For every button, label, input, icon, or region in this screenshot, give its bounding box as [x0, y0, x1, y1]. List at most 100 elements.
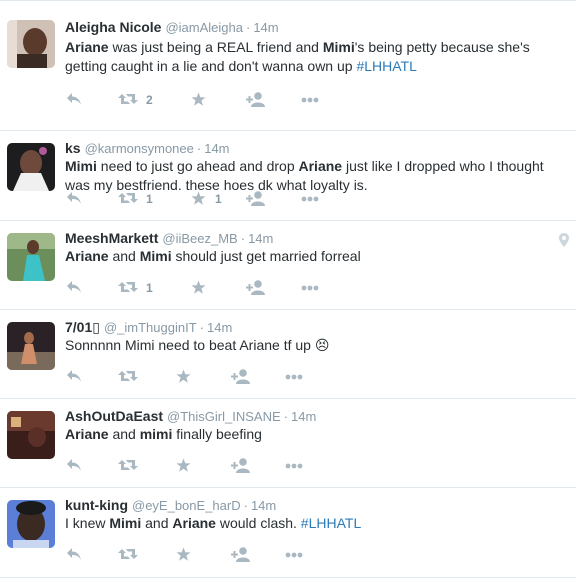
- more-button[interactable]: [285, 463, 303, 479]
- like-button[interactable]: [191, 92, 206, 108]
- user-name[interactable]: MeeshMarkett: [65, 230, 158, 246]
- retweet-icon: [118, 191, 138, 205]
- tweet[interactable]: ks @karmonsymonee · 14m Mimi need to just go…: [0, 131, 576, 221]
- more-dots-icon: [285, 374, 303, 380]
- user-name[interactable]: Aleigha Nicole: [65, 19, 161, 35]
- highlighted-term: mimi: [139, 426, 173, 442]
- user-name[interactable]: 7/01▯: [65, 319, 100, 335]
- tweet-header: kunt-king @eyE_bonE_harD · 14m: [65, 496, 276, 515]
- tweet-text: Ariane was just being a REAL friend and …: [65, 38, 560, 76]
- tweet[interactable]: 7/01▯ @_imThugginIT · 14m Sonnnnn Mimi need …: [0, 310, 576, 399]
- like-button[interactable]: [176, 369, 191, 385]
- star-icon: [191, 191, 206, 206]
- tweet[interactable]: MeeshMarkett @iiBeez_MB · 14m Ariane and Mim…: [0, 221, 576, 310]
- tweet-timestamp[interactable]: 14m: [291, 409, 316, 424]
- reply-icon: [66, 458, 82, 472]
- like-button[interactable]: [191, 280, 206, 296]
- follow-button[interactable]: [246, 92, 266, 108]
- retweet-button[interactable]: 1: [118, 280, 153, 296]
- more-button[interactable]: [301, 196, 319, 212]
- separator-dot: ·: [196, 141, 202, 156]
- add-user-icon: [246, 280, 266, 295]
- retweet-button[interactable]: [118, 458, 138, 474]
- tweet-text-segment: was just being a REAL friend and: [108, 39, 323, 55]
- tweet[interactable]: Aleigha Nicole @iamAleigha · 14m Ariane was …: [0, 8, 576, 131]
- reply-button[interactable]: [66, 280, 82, 296]
- tweet-text-segment: finally beefing: [172, 426, 262, 442]
- tweet-text-segment: Sonnnnn Mimi need to beat Ariane tf up 😣: [65, 337, 330, 353]
- avatar[interactable]: [7, 411, 55, 459]
- tweet-text-segment: would clash.: [215, 515, 301, 531]
- more-button[interactable]: [285, 552, 303, 568]
- hashtag-link[interactable]: #LHHATL: [356, 58, 416, 74]
- like-button[interactable]: 1: [191, 191, 222, 207]
- highlighted-term: Mimi: [322, 39, 355, 55]
- highlighted-term: Mimi: [65, 158, 97, 174]
- location-pin-icon[interactable]: [559, 233, 569, 252]
- add-user-icon: [231, 547, 251, 562]
- avatar[interactable]: [7, 20, 55, 68]
- user-name[interactable]: AshOutDaEast: [65, 408, 163, 424]
- timeline-top-border: [0, 0, 576, 1]
- follow-button[interactable]: [246, 191, 266, 207]
- like-button[interactable]: [176, 458, 191, 474]
- tweet-text: Mimi need to just go ahead and drop Aria…: [65, 157, 560, 195]
- avatar[interactable]: [7, 500, 55, 548]
- user-handle[interactable]: @karmonsymonee: [85, 141, 194, 156]
- more-dots-icon: [301, 97, 319, 103]
- tweet-text-segment: and: [141, 515, 173, 531]
- tweet-timestamp[interactable]: 14m: [204, 141, 229, 156]
- add-user-icon: [246, 191, 266, 206]
- reply-button[interactable]: [66, 547, 82, 563]
- highlighted-term: Ariane: [172, 515, 216, 531]
- user-name[interactable]: ks: [65, 140, 81, 156]
- tweet[interactable]: AshOutDaEast @ThisGirl_INSANE · 14m Ariane a…: [0, 399, 576, 488]
- hashtag-link[interactable]: #LHHATL: [301, 515, 361, 531]
- retweet-button[interactable]: [118, 547, 138, 563]
- tweet-timestamp[interactable]: 14m: [253, 20, 278, 35]
- like-count: 1: [215, 192, 222, 206]
- user-name[interactable]: kunt-king: [65, 497, 128, 513]
- more-button[interactable]: [285, 374, 303, 390]
- reply-button[interactable]: [66, 191, 82, 207]
- avatar[interactable]: [7, 143, 55, 191]
- separator-dot: ·: [243, 498, 248, 513]
- star-icon: [176, 458, 191, 473]
- follow-button[interactable]: [231, 547, 251, 563]
- more-button[interactable]: [301, 285, 319, 301]
- tweet-header: AshOutDaEast @ThisGirl_INSANE · 14m: [65, 407, 316, 426]
- tweet-timestamp[interactable]: 14m: [251, 498, 276, 513]
- retweet-icon: [118, 547, 138, 561]
- follow-button[interactable]: [246, 280, 266, 296]
- user-handle[interactable]: @iiBeez_MB: [162, 231, 237, 246]
- reply-icon: [66, 280, 82, 294]
- like-button[interactable]: [176, 547, 191, 563]
- tweet-text-segment: should just get married forreal: [171, 248, 361, 264]
- tweet-text-segment: I knew: [65, 515, 110, 531]
- tweet-header: MeeshMarkett @iiBeez_MB · 14m: [65, 229, 273, 248]
- avatar[interactable]: [7, 233, 55, 281]
- retweet-button[interactable]: 2: [118, 92, 153, 108]
- tweet-timestamp[interactable]: 14m: [207, 320, 232, 335]
- highlighted-term: Ariane: [65, 426, 109, 442]
- reply-button[interactable]: [66, 369, 82, 385]
- retweet-button[interactable]: 1: [118, 191, 153, 207]
- separator-dot: ·: [283, 409, 288, 424]
- tweet-header: 7/01▯ @_imThugginIT · 14m: [65, 318, 232, 337]
- more-dots-icon: [285, 552, 303, 558]
- follow-button[interactable]: [231, 458, 251, 474]
- reply-button[interactable]: [66, 92, 82, 108]
- user-handle[interactable]: @iamAleigha: [165, 20, 243, 35]
- user-handle[interactable]: @ThisGirl_INSANE: [167, 409, 281, 424]
- user-handle[interactable]: @_imThugginIT: [104, 320, 197, 335]
- star-icon: [191, 280, 206, 295]
- retweet-button[interactable]: [118, 369, 138, 385]
- tweet-timestamp[interactable]: 14m: [248, 231, 273, 246]
- follow-button[interactable]: [231, 369, 251, 385]
- more-button[interactable]: [301, 97, 319, 113]
- user-handle[interactable]: @eyE_bonE_harD: [132, 498, 241, 513]
- tweet-header: Aleigha Nicole @iamAleigha · 14m: [65, 18, 279, 37]
- avatar[interactable]: [7, 322, 55, 370]
- reply-button[interactable]: [66, 458, 82, 474]
- tweet[interactable]: kunt-king @eyE_bonE_harD · 14m I knew Mimi a…: [0, 488, 576, 578]
